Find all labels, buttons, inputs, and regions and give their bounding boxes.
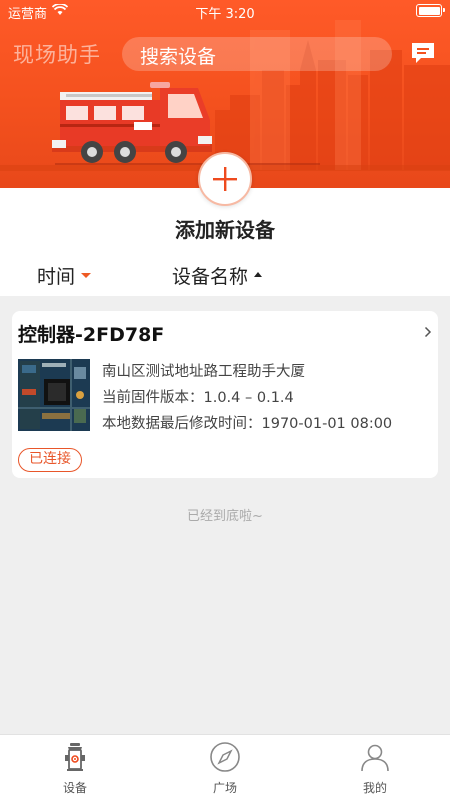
- compass-icon: [210, 742, 240, 772]
- status-bar: 运营商 下午 3:20: [0, 0, 450, 22]
- sort-time-label: 时间: [37, 266, 76, 288]
- chevron-right-icon[interactable]: [424, 326, 432, 338]
- battery-icon: [416, 4, 445, 17]
- app-title: 现场助手: [13, 43, 101, 67]
- device-thumbnail-image: [18, 359, 90, 431]
- device-address: 南山区测试地址路工程助手大厦: [102, 364, 305, 380]
- tab-devices-label: 设备: [62, 781, 87, 795]
- tab-mine-label: 我的: [362, 781, 387, 795]
- sort-by-name[interactable]: 设备名称: [172, 262, 263, 289]
- device-info: 南山区测试地址路工程助手大厦 当前固件版本：1.0.4 – 0.1.4 本地数据…: [102, 359, 392, 437]
- clock-time: 下午 3:20: [195, 7, 255, 22]
- sort-by-time[interactable]: 时间: [37, 262, 92, 289]
- person-icon: [361, 744, 389, 772]
- message-icon[interactable]: [410, 41, 436, 65]
- tab-plaza-label: 广场: [212, 781, 237, 795]
- bottom-tab-bar: 设备 广场 我的: [0, 734, 450, 800]
- sort-asc-icon: [254, 272, 263, 277]
- hydrant-icon: [65, 743, 85, 771]
- device-card[interactable]: 控制器-2FD78F 南山区测试地址路工程助手大厦 当前固件版本：1.0.4 –…: [12, 311, 438, 478]
- add-device-label: 添加新设备: [175, 218, 275, 242]
- status-badge: 已连接: [18, 448, 82, 472]
- list-end-text: 已经到底啦~: [187, 509, 263, 524]
- tab-devices[interactable]: 设备: [0, 735, 150, 800]
- sort-desc-icon: [81, 273, 92, 278]
- device-modified-time: 本地数据最后修改时间：1970-01-01 08:00: [102, 416, 393, 432]
- tab-mine[interactable]: 我的: [300, 735, 450, 800]
- device-name: 控制器-2FD78F: [18, 324, 165, 346]
- add-device-button[interactable]: [198, 152, 252, 206]
- plus-icon: [213, 167, 237, 191]
- fire-truck-illustration: [52, 82, 212, 163]
- device-firmware: 当前固件版本：1.0.4 – 0.1.4: [102, 390, 294, 406]
- search-placeholder: 搜索设备: [140, 46, 217, 68]
- tab-plaza[interactable]: 广场: [150, 735, 300, 800]
- search-input[interactable]: 搜索设备: [122, 37, 392, 71]
- sort-name-label: 设备名称: [172, 266, 249, 288]
